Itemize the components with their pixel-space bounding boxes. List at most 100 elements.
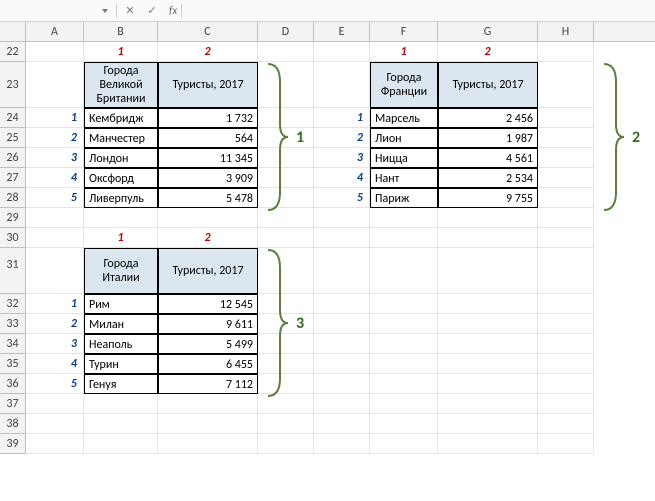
accept-icon: ✓ bbox=[143, 4, 161, 17]
gb-val-2[interactable]: 564 bbox=[158, 128, 258, 148]
row-header-35[interactable]: 35 bbox=[0, 354, 26, 374]
fr-val-2[interactable]: 1 987 bbox=[438, 128, 538, 148]
fr-val-5[interactable]: 9 755 bbox=[438, 188, 538, 208]
it-val-3[interactable]: 5 499 bbox=[158, 334, 258, 354]
group-label-1: 1 bbox=[296, 128, 304, 147]
row-index-label: 1 bbox=[26, 294, 84, 314]
it-city-4[interactable]: Турин bbox=[84, 354, 158, 374]
it-city-3[interactable]: Неаполь bbox=[84, 334, 158, 354]
gb-city-1[interactable]: Кембридж bbox=[84, 108, 158, 128]
fr-city-4[interactable]: Нант bbox=[370, 168, 438, 188]
cell-H23[interactable] bbox=[538, 62, 594, 108]
column-headers: A B C D E F G H bbox=[0, 22, 655, 42]
row-index-label: 5 bbox=[314, 188, 370, 208]
row-index-label: 1 bbox=[26, 108, 84, 128]
column-index-label: 1 bbox=[84, 42, 158, 62]
row-index-label: 3 bbox=[26, 148, 84, 168]
it-city-2[interactable]: Милан bbox=[84, 314, 158, 334]
row-index-label: 2 bbox=[26, 314, 84, 334]
it-city-5[interactable]: Генуя bbox=[84, 374, 158, 394]
row-header-39[interactable]: 39 bbox=[0, 434, 26, 454]
it-val-1[interactable]: 12 545 bbox=[158, 294, 258, 314]
column-index-label: 2 bbox=[158, 42, 258, 62]
gb-val-3[interactable]: 11 345 bbox=[158, 148, 258, 168]
cell-A23[interactable] bbox=[26, 62, 84, 108]
it-val-2[interactable]: 9 611 bbox=[158, 314, 258, 334]
it-val-4[interactable]: 6 455 bbox=[158, 354, 258, 374]
col-header-F[interactable]: F bbox=[370, 22, 438, 41]
row-index-label: 4 bbox=[26, 354, 84, 374]
row-index-label: 5 bbox=[26, 188, 84, 208]
brace-icon bbox=[262, 62, 290, 212]
row-header-28[interactable]: 28 bbox=[0, 188, 26, 208]
col-header-D[interactable]: D bbox=[258, 22, 314, 41]
row-header-25[interactable]: 25 bbox=[0, 128, 26, 148]
row-header-27[interactable]: 27 bbox=[0, 168, 26, 188]
row-header-37[interactable]: 37 bbox=[0, 394, 26, 414]
row-index-label: 3 bbox=[26, 334, 84, 354]
column-index-label: 2 bbox=[438, 42, 538, 62]
it-city-1[interactable]: Рим bbox=[84, 294, 158, 314]
row-header-26[interactable]: 26 bbox=[0, 148, 26, 168]
gb-city-4[interactable]: Оксфорд bbox=[84, 168, 158, 188]
row-header-29[interactable]: 29 bbox=[0, 208, 26, 228]
col-header-A[interactable]: A bbox=[26, 22, 84, 41]
column-index-label: 1 bbox=[84, 228, 158, 248]
brace-icon bbox=[262, 248, 290, 398]
cell-D22[interactable] bbox=[258, 42, 314, 62]
row-header-30[interactable]: 30 bbox=[0, 228, 26, 248]
row-index-label: 2 bbox=[26, 128, 84, 148]
fr-city-1[interactable]: Марсель bbox=[370, 108, 438, 128]
it-val-5[interactable]: 7 112 bbox=[158, 374, 258, 394]
row-header-36[interactable]: 36 bbox=[0, 374, 26, 394]
col-header-H[interactable]: H bbox=[538, 22, 594, 41]
row-header-34[interactable]: 34 bbox=[0, 334, 26, 354]
fr-val-4[interactable]: 2 534 bbox=[438, 168, 538, 188]
fr-val-3[interactable]: 4 561 bbox=[438, 148, 538, 168]
gb-city-2[interactable]: Манчестер bbox=[84, 128, 158, 148]
fr-city-2[interactable]: Лион bbox=[370, 128, 438, 148]
fr-val-1[interactable]: 2 456 bbox=[438, 108, 538, 128]
formula-bar: ✕ ✓ fx bbox=[0, 0, 655, 22]
name-box-dropdown-icon[interactable] bbox=[102, 9, 108, 13]
group-label-3: 3 bbox=[296, 314, 304, 333]
row-header-33[interactable]: 33 bbox=[0, 314, 26, 334]
cell-E22[interactable] bbox=[314, 42, 370, 62]
spreadsheet-grid[interactable]: A B C D E F G H 22 1 2 1 2 23 Города Вел… bbox=[0, 22, 655, 501]
cell-A22[interactable] bbox=[26, 42, 84, 62]
row-header-38[interactable]: 38 bbox=[0, 414, 26, 434]
brace-icon bbox=[598, 62, 626, 212]
group-label-2: 2 bbox=[632, 128, 640, 147]
gb-val-5[interactable]: 5 478 bbox=[158, 188, 258, 208]
fr-city-3[interactable]: Ницца bbox=[370, 148, 438, 168]
row-header-24[interactable]: 24 bbox=[0, 108, 26, 128]
gb-val-4[interactable]: 3 909 bbox=[158, 168, 258, 188]
row-header-32[interactable]: 32 bbox=[0, 294, 26, 314]
row-index-label: 5 bbox=[26, 374, 84, 394]
select-all-corner[interactable] bbox=[0, 22, 26, 41]
cell-E23[interactable] bbox=[314, 62, 370, 108]
row-header-31[interactable]: 31 bbox=[0, 248, 26, 294]
col-header-G[interactable]: G bbox=[438, 22, 538, 41]
row-index-label: 2 bbox=[314, 128, 370, 148]
gb-header-val: Туристы, 2017 bbox=[158, 62, 258, 108]
cancel-icon: ✕ bbox=[121, 4, 139, 17]
fr-header-city: Города Франции bbox=[370, 62, 438, 108]
gb-city-3[interactable]: Лондон bbox=[84, 148, 158, 168]
row-index-label: 3 bbox=[314, 148, 370, 168]
row-header-23[interactable]: 23 bbox=[0, 62, 26, 108]
fr-city-5[interactable]: Париж bbox=[370, 188, 438, 208]
col-header-C[interactable]: C bbox=[158, 22, 258, 41]
row-header-22[interactable]: 22 bbox=[0, 42, 26, 62]
cell-H22[interactable] bbox=[538, 42, 594, 62]
it-header-city: Города Италии bbox=[84, 248, 158, 294]
column-index-label: 1 bbox=[370, 42, 438, 62]
row-index-label: 1 bbox=[314, 108, 370, 128]
fx-icon[interactable]: fx bbox=[169, 4, 177, 17]
col-header-E[interactable]: E bbox=[314, 22, 370, 41]
gb-city-5[interactable]: Ливерпуль bbox=[84, 188, 158, 208]
row-index-label: 4 bbox=[26, 168, 84, 188]
gb-val-1[interactable]: 1 732 bbox=[158, 108, 258, 128]
col-header-B[interactable]: B bbox=[84, 22, 158, 41]
it-header-val: Туристы, 2017 bbox=[158, 248, 258, 294]
